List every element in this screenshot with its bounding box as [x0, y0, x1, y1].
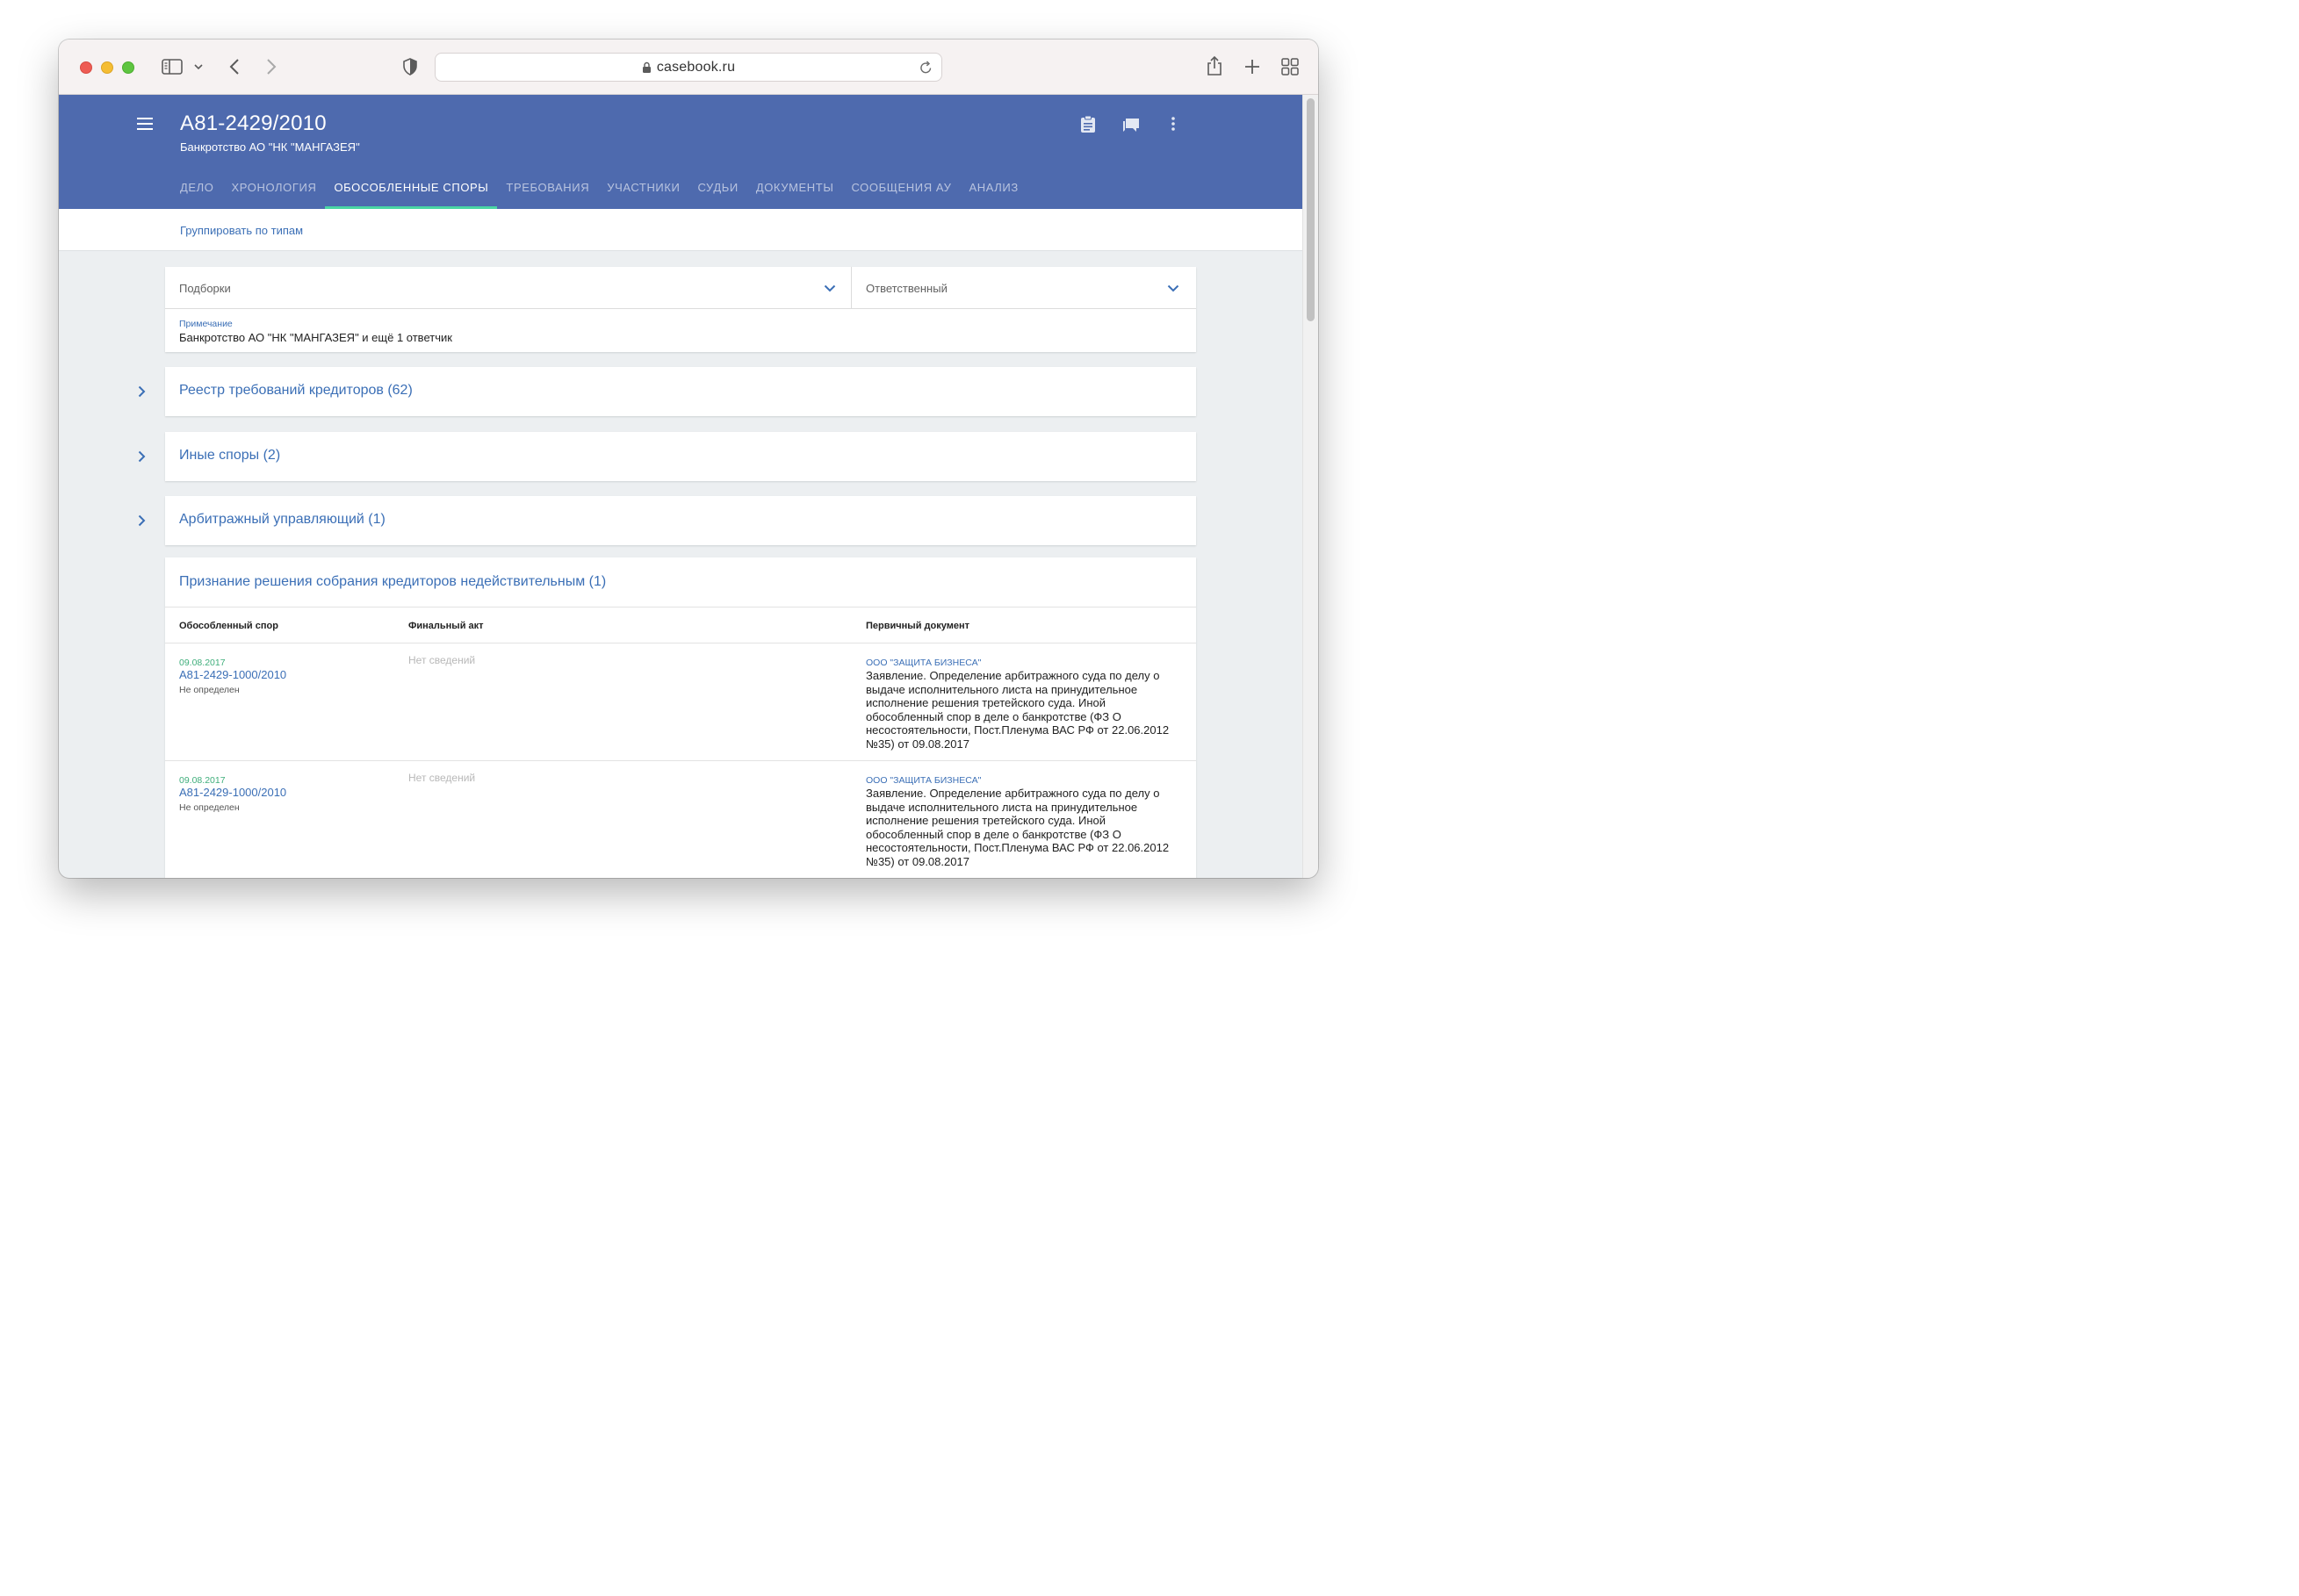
- final-act: Нет сведений: [408, 654, 476, 666]
- column-header-final-act: Финальный акт: [408, 621, 484, 631]
- table-row: 09.08.2017 А81-2429-1000/2010 Не определ…: [165, 643, 1196, 761]
- address-bar[interactable]: casebook.ru: [435, 53, 942, 82]
- document-org-link[interactable]: ООО "ЗАЩИТА БИЗНЕСА": [866, 775, 981, 786]
- shield-icon[interactable]: [401, 57, 419, 76]
- tab-documents[interactable]: ДОКУМЕНТЫ: [747, 172, 843, 209]
- dispute-date: 09.08.2017: [179, 775, 226, 786]
- tab-separate-disputes[interactable]: ОБОСОБЛЕННЫЕ СПОРЫ: [325, 172, 498, 209]
- scrollbar-thumb[interactable]: [1307, 98, 1315, 321]
- collections-select[interactable]: Подборки: [165, 267, 852, 309]
- table-row: 09.08.2017 А81-2429-1000/2010 Не определ…: [165, 761, 1196, 878]
- final-act: Нет сведений: [408, 772, 476, 784]
- dispute-case-link[interactable]: А81-2429-1000/2010: [179, 786, 286, 799]
- chevron-right-icon[interactable]: [138, 514, 146, 531]
- column-header-primary-document: Первичный документ: [866, 621, 969, 631]
- tab-overview-icon[interactable]: [1280, 57, 1300, 76]
- chat-icon[interactable]: [1121, 114, 1142, 135]
- tab-case[interactable]: ДЕЛО: [171, 172, 223, 209]
- chevron-right-icon[interactable]: [138, 450, 146, 467]
- more-vert-icon[interactable]: [1164, 114, 1182, 133]
- menu-icon[interactable]: [137, 118, 153, 134]
- chevron-right-icon[interactable]: [138, 385, 146, 402]
- column-header-dispute: Обособленный спор: [179, 621, 278, 631]
- disputes-table-card: Признание решения собрания кредиторов не…: [165, 557, 1196, 878]
- case-header: А81-2429/2010 Банкротство АО "НК "МАНГАЗ…: [59, 95, 1302, 209]
- responsible-select[interactable]: Ответственный: [852, 267, 1196, 309]
- group-title: Арбитражный управляющий (1): [179, 512, 386, 527]
- tab-analysis[interactable]: АНАЛИЗ: [960, 172, 1027, 209]
- share-icon[interactable]: [1205, 54, 1224, 77]
- browser-window: casebook.ru А81-2429/2010 Банкротство АО…: [59, 40, 1318, 878]
- case-tabs: ДЕЛО ХРОНОЛОГИЯ ОБОСОБЛЕННЫЕ СПОРЫ ТРЕБО…: [171, 172, 1027, 209]
- sub-toolbar: Группировать по типам: [59, 209, 1302, 251]
- browser-toolbar: casebook.ru: [59, 40, 1318, 95]
- tab-claims[interactable]: ТРЕБОВАНИЯ: [497, 172, 598, 209]
- new-tab-icon[interactable]: [1243, 57, 1262, 76]
- group-title: Иные споры (2): [179, 448, 281, 463]
- zoom-window-button[interactable]: [122, 61, 134, 74]
- chevron-down-icon: [1167, 282, 1179, 295]
- chevron-down-icon[interactable]: [192, 61, 205, 73]
- dispute-status: Не определен: [179, 802, 240, 813]
- clipboard-icon[interactable]: [1078, 114, 1098, 133]
- document-org-link[interactable]: ООО "ЗАЩИТА БИЗНЕСА": [866, 658, 981, 668]
- group-other-disputes[interactable]: Иные споры (2): [138, 432, 1196, 481]
- filters-card: Подборки Ответственный Примечание Банкро…: [165, 267, 1196, 352]
- collections-select-label: Подборки: [179, 282, 231, 295]
- primary-document-text[interactable]: Заявление. Определение арбитражного суда…: [866, 787, 1182, 868]
- minimize-window-button[interactable]: [101, 61, 113, 74]
- note-label: Примечание: [179, 319, 233, 329]
- table-header: Обособленный спор Финальный акт Первичны…: [165, 607, 1196, 643]
- dispute-status: Не определен: [179, 685, 240, 695]
- tab-participants[interactable]: УЧАСТНИКИ: [598, 172, 688, 209]
- lock-icon: [642, 61, 652, 74]
- group-by-type-link[interactable]: Группировать по типам: [180, 224, 303, 237]
- group-arbitration-manager[interactable]: Арбитражный управляющий (1): [138, 496, 1196, 545]
- back-icon[interactable]: [226, 57, 243, 76]
- table-group-title[interactable]: Признание решения собрания кредиторов не…: [179, 574, 606, 590]
- tab-au-messages[interactable]: СООБЩЕНИЯ АУ: [842, 172, 960, 209]
- url-text: casebook.ru: [656, 59, 736, 75]
- dispute-case-link[interactable]: А81-2429-1000/2010: [179, 668, 286, 681]
- case-number: А81-2429/2010: [180, 111, 327, 135]
- primary-document-text[interactable]: Заявление. Определение арбитражного суда…: [866, 669, 1182, 751]
- case-subtitle: Банкротство АО "НК "МАНГАЗЕЯ": [180, 140, 360, 154]
- group-title: Реестр требований кредиторов (62): [179, 383, 413, 398]
- group-creditor-register[interactable]: Реестр требований кредиторов (62): [138, 367, 1196, 416]
- note-text: Банкротство АО "НК "МАНГАЗЕЯ" и ещё 1 от…: [179, 331, 452, 344]
- tab-judges[interactable]: СУДЬИ: [689, 172, 747, 209]
- forward-icon[interactable]: [263, 57, 280, 76]
- close-window-button[interactable]: [80, 61, 92, 74]
- reload-icon[interactable]: [919, 61, 933, 79]
- tab-chronology[interactable]: ХРОНОЛОГИЯ: [223, 172, 326, 209]
- page-scrollbar[interactable]: [1302, 95, 1318, 878]
- web-page: А81-2429/2010 Банкротство АО "НК "МАНГАЗ…: [59, 95, 1302, 878]
- sidebar-toggle-icon[interactable]: [161, 57, 184, 76]
- chevron-down-icon: [824, 282, 836, 295]
- dispute-date: 09.08.2017: [179, 658, 226, 668]
- responsible-select-label: Ответственный: [866, 282, 948, 295]
